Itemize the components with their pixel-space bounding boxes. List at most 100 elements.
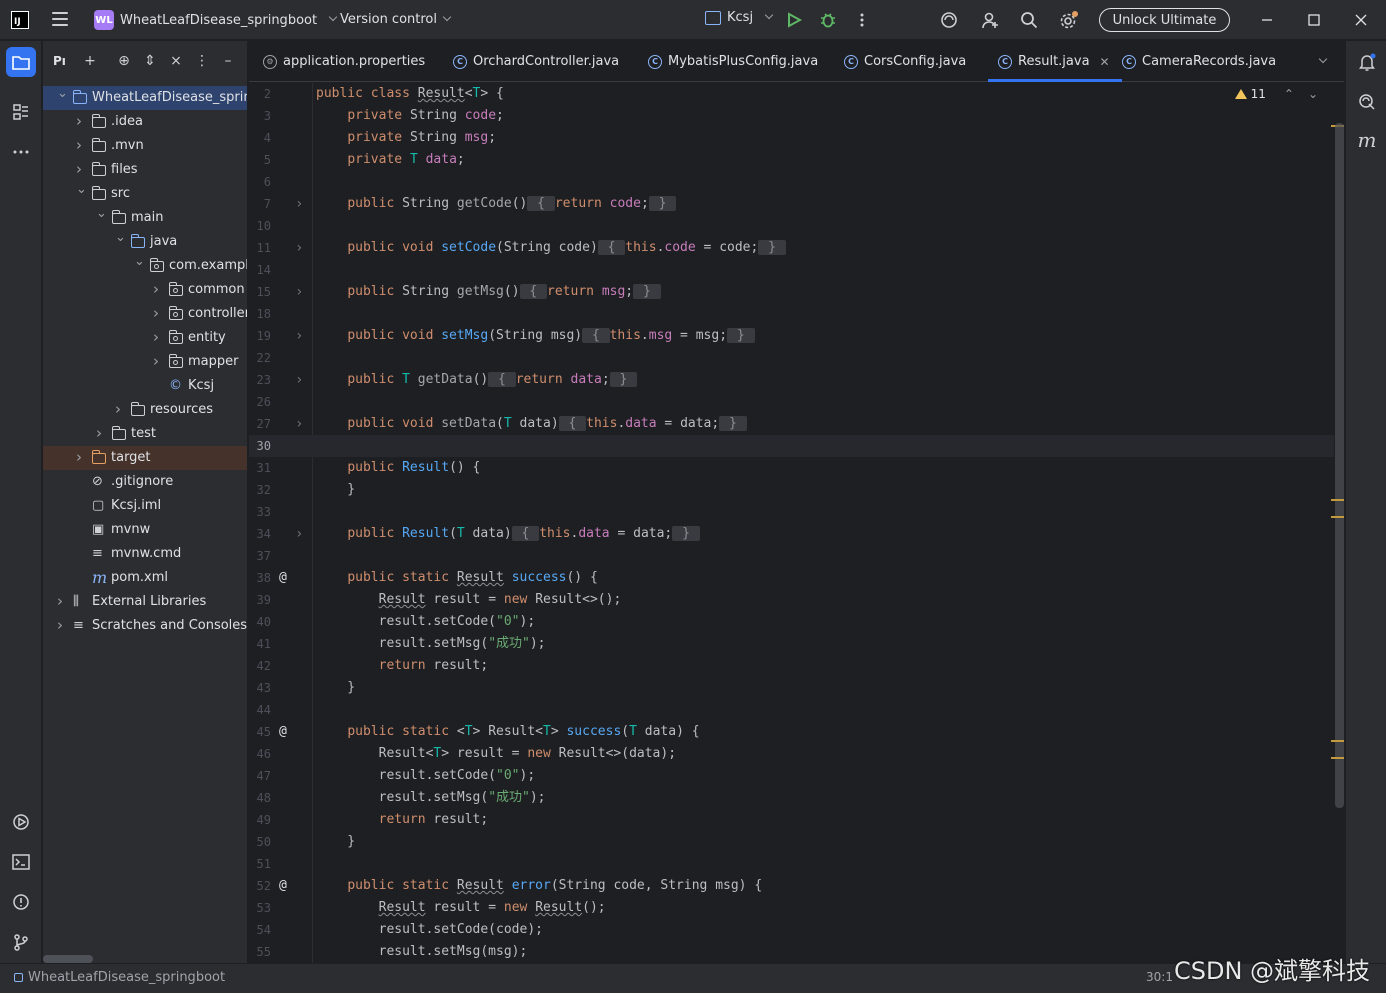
minimize-button[interactable] [1257,10,1277,30]
tab-mybatis-plus-config[interactable]: C MybatisPlusConfig.java [648,41,818,82]
close-tab-icon[interactable]: ✕ [1100,55,1110,69]
vertical-scrollbar[interactable] [1335,123,1344,808]
close-window-button[interactable] [1351,10,1371,30]
chevron-right-icon[interactable]: › [115,397,125,421]
chevron-down-icon[interactable]: ⌄ [1308,87,1318,101]
tab-camera-records[interactable]: C CameraRecords.java [1122,41,1276,82]
expand-all-icon[interactable]: ⇕ [141,52,159,70]
tree-item[interactable]: › resources [43,397,247,422]
code-line[interactable]: 41 result.setMsg("成功"); [249,633,1334,655]
hide-panel-icon[interactable]: – [219,52,237,70]
tree-item[interactable]: › .mvn [43,133,247,158]
warning-stripe[interactable] [1331,757,1344,759]
warning-stripe[interactable] [1331,499,1344,501]
code-line[interactable]: 30 [249,435,1334,457]
tree-item[interactable]: › files [43,158,247,182]
warning-stripe[interactable] [1331,516,1344,518]
chevron-right-icon[interactable]: › [57,589,67,613]
code-line[interactable]: 50 } [249,831,1334,853]
tree-item[interactable]: ⌄WheatLeafDisease_springb [43,86,247,110]
ai-chat-button[interactable] [1356,91,1378,113]
tree-item[interactable]: © Kcsj [43,374,247,398]
add-icon[interactable]: + [81,52,99,70]
fold-chevron-icon[interactable]: › [295,369,303,391]
breadcrumb[interactable]: WheatLeafDisease_springboot [14,970,225,985]
project-tool-button[interactable] [6,47,36,77]
code-line[interactable]: 33 [249,501,1334,523]
problems-tool-button[interactable] [6,887,36,917]
collapse-all-icon[interactable]: ⨯ [167,52,185,70]
code-editor[interactable]: 2 public class Result<T> {3 private Strin… [249,83,1344,963]
code-line[interactable]: 18 [249,303,1334,325]
chevron-down-icon[interactable]: ⌄ [134,250,145,274]
tree-item[interactable]: › ⫼ External Libraries [43,589,247,614]
code-line[interactable]: 34 › public Result(T data) { this.data = … [249,523,1334,545]
tree-item[interactable]: › controller [43,302,247,326]
chevron-right-icon[interactable]: › [153,349,163,373]
code-line[interactable]: 3 private String code; [249,105,1334,127]
code-line[interactable]: 26 [249,391,1334,413]
unlock-ultimate-button[interactable]: Unlock Ultimate [1099,8,1230,32]
tree-item[interactable]: ⌄ java [43,230,247,254]
tree-item[interactable]: ▣ mvnw [43,518,247,542]
code-line[interactable]: 46 Result<T> result = new Result<>(data)… [249,743,1334,765]
chevron-down-icon[interactable]: ⌄ [115,226,126,250]
code-line[interactable]: 45 @ public static <T> Result<T> success(… [249,721,1334,743]
fold-chevron-icon[interactable]: › [295,325,303,347]
code-line[interactable]: 42 return result; [249,655,1334,677]
horizontal-scrollbar[interactable] [43,955,93,963]
project-panel-title[interactable]: Pı [53,54,77,68]
tree-item[interactable]: › test [43,421,247,446]
settings-button[interactable] [1059,10,1079,30]
more-actions-button[interactable] [852,10,872,30]
usages-gutter-icon[interactable]: @ [279,721,293,743]
services-tool-button[interactable] [6,807,36,837]
terminal-tool-button[interactable] [6,847,36,877]
fold-chevron-icon[interactable]: › [295,523,303,545]
fold-chevron-icon[interactable]: › [295,281,303,303]
code-line[interactable]: 15 › public String getMsg() { return msg;… [249,281,1334,303]
main-menu-icon[interactable] [52,12,68,26]
code-line[interactable]: 37 [249,545,1334,567]
tree-item[interactable]: › .idea [43,109,247,134]
chevron-right-icon[interactable]: › [76,109,86,133]
code-line[interactable]: 10 [249,215,1334,237]
add-user-button[interactable] [980,10,1000,30]
code-line[interactable]: 31 public Result() { [249,457,1334,479]
tree-item[interactable]: › ≡ Scratches and Consoles [43,614,247,638]
run-configuration-selector[interactable]: Kcsj [705,10,774,25]
code-line[interactable]: 49 return result; [249,809,1334,831]
code-line[interactable]: 47 result.setCode("0"); [249,765,1334,787]
code-line[interactable]: 39 Result result = new Result<>(); [249,589,1334,611]
tree-item[interactable]: › entity [43,325,247,350]
options-icon[interactable]: ⋮ [193,52,211,70]
code-line[interactable]: 40 result.setCode("0"); [249,611,1334,633]
code-line[interactable]: 27 › public void setData(T data) { this.d… [249,413,1334,435]
tab-cors-config[interactable]: C CorsConfig.java [844,41,966,82]
code-line[interactable]: 54 result.setCode(code); [249,919,1334,941]
fold-chevron-icon[interactable]: › [295,193,303,215]
version-control-menu[interactable]: Version control [340,12,452,27]
caret-position[interactable]: 30:1 [1146,970,1173,984]
tree-item[interactable]: ⌄com.example [43,254,247,278]
code-line[interactable]: 32 } [249,479,1334,501]
inspection-widget[interactable]: 11 ⌃ ⌄ [1234,87,1318,101]
debug-button[interactable] [818,10,838,30]
more-tool-windows-button[interactable] [6,137,36,167]
project-switcher[interactable]: WL WheatLeafDisease_springboot [94,10,338,30]
usages-gutter-icon[interactable]: @ [279,875,293,897]
tree-item[interactable]: › mapper [43,349,247,374]
chevron-right-icon[interactable]: › [76,133,86,157]
chevron-down-icon[interactable]: ⌄ [76,178,87,202]
chevron-right-icon[interactable]: › [76,445,86,469]
tab-list-dropdown[interactable] [1318,41,1328,82]
structure-tool-button[interactable] [6,97,36,127]
code-line[interactable]: 48 result.setMsg("成功"); [249,787,1334,809]
code-line[interactable]: 38 @ public static Result success() { [249,567,1334,589]
locate-icon[interactable]: ⊕ [115,52,133,70]
tree-item[interactable]: ⌄ src [43,182,247,206]
chevron-right-icon[interactable]: › [153,325,163,349]
code-line[interactable]: 2 public class Result<T> { [249,83,1334,105]
code-line[interactable]: 43 } [249,677,1334,699]
chevron-right-icon[interactable]: › [96,421,106,445]
